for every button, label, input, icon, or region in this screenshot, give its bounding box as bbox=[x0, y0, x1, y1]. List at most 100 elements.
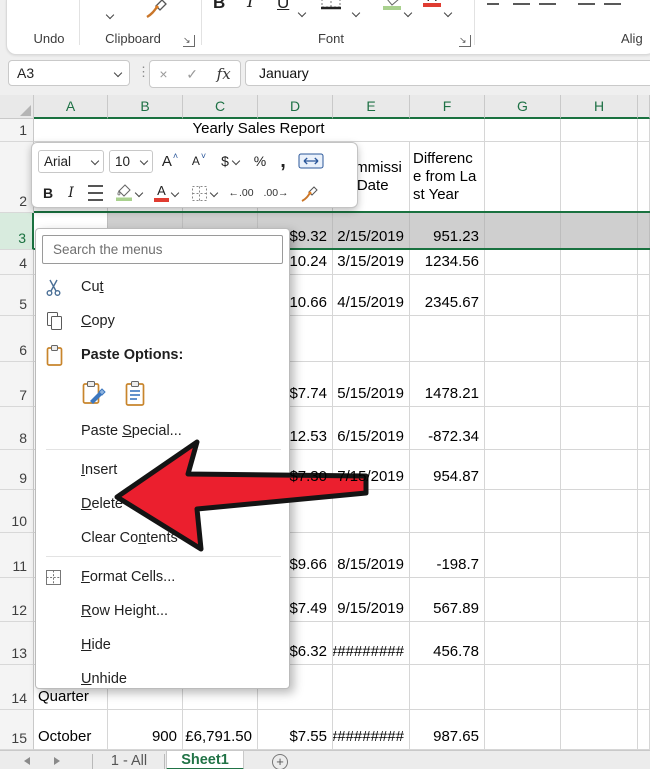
column-header-G[interactable]: G bbox=[485, 95, 561, 119]
format-painter-icon[interactable] bbox=[143, 0, 169, 19]
row-header-7[interactable]: 7 bbox=[0, 362, 34, 407]
cell-E5[interactable]: 4/15/2019 bbox=[333, 275, 410, 316]
row-header-6[interactable]: 6 bbox=[0, 316, 34, 362]
borders-button[interactable] bbox=[187, 181, 221, 205]
column-header-stub[interactable] bbox=[638, 95, 650, 119]
menu-item-cut[interactable]: Cut bbox=[36, 270, 289, 304]
merged-title-cell[interactable]: Yearly Sales Report bbox=[34, 119, 485, 142]
sheet-tab-sheet1-active[interactable]: Sheet1 bbox=[166, 751, 244, 769]
cell-G14[interactable] bbox=[485, 665, 561, 710]
clipboard-dialog-launcher-icon[interactable]: ↘ bbox=[183, 35, 195, 47]
percent-style-button[interactable]: % bbox=[249, 149, 271, 173]
cell-G13[interactable] bbox=[485, 622, 561, 665]
font-color-button[interactable]: A bbox=[150, 181, 182, 205]
align-top-icon[interactable] bbox=[487, 0, 504, 8]
cancel-icon[interactable]: × bbox=[159, 66, 167, 82]
row-header-13[interactable]: 13 bbox=[0, 622, 34, 665]
cell-G12[interactable] bbox=[485, 578, 561, 622]
cell-E4[interactable]: 3/15/2019 bbox=[333, 250, 410, 275]
cell-F9[interactable]: 954.87 bbox=[410, 450, 485, 490]
font-dialog-launcher-icon[interactable]: ↘ bbox=[459, 35, 471, 47]
menu-item-copy[interactable]: Copy bbox=[36, 304, 289, 338]
menu-item-unhide[interactable]: Unhide bbox=[36, 662, 289, 696]
font-color-icon[interactable]: A bbox=[423, 0, 441, 7]
cell-stub8[interactable] bbox=[638, 407, 650, 450]
cell-H8[interactable] bbox=[561, 407, 638, 450]
align-middle-icon[interactable] bbox=[513, 0, 530, 8]
cell-H3[interactable] bbox=[561, 213, 638, 250]
cell-F2[interactable]: Difference from Last Year bbox=[410, 142, 485, 213]
row-header-2[interactable]: 2 bbox=[0, 142, 34, 213]
row-header-4[interactable]: 4 bbox=[0, 250, 34, 275]
row-header-10[interactable]: 10 bbox=[0, 490, 34, 533]
row-header-12[interactable]: 12 bbox=[0, 578, 34, 622]
menu-search-input[interactable] bbox=[42, 235, 283, 264]
italic-icon[interactable]: I bbox=[247, 0, 254, 11]
cell-F11[interactable]: -198.7 bbox=[410, 533, 485, 578]
cell-stub15[interactable] bbox=[638, 710, 650, 750]
cell-stub3[interactable] bbox=[638, 213, 650, 250]
row-header-11[interactable]: 11 bbox=[0, 533, 34, 578]
cell-G6[interactable] bbox=[485, 316, 561, 362]
select-all-corner[interactable] bbox=[0, 95, 34, 119]
cell-C15[interactable]: £6,791.50 bbox=[183, 710, 258, 750]
underline-chevron-icon[interactable] bbox=[299, 3, 305, 21]
row-header-3[interactable]: 3 bbox=[0, 213, 34, 250]
cell-stub2[interactable] bbox=[638, 142, 650, 213]
cell-G5[interactable] bbox=[485, 275, 561, 316]
cell-A15[interactable]: October bbox=[34, 710, 108, 750]
column-header-D[interactable]: D bbox=[258, 95, 333, 119]
column-header-F[interactable]: F bbox=[410, 95, 485, 119]
previous-sheet-icon[interactable] bbox=[24, 757, 30, 765]
cell-H2[interactable] bbox=[561, 142, 638, 213]
cell-H9[interactable] bbox=[561, 450, 638, 490]
align-bottom-icon[interactable] bbox=[539, 0, 556, 8]
font-size-dropdown[interactable]: 10 bbox=[109, 150, 153, 173]
cell-H1[interactable] bbox=[561, 119, 638, 142]
next-sheet-icon[interactable] bbox=[54, 757, 60, 765]
cell-G8[interactable] bbox=[485, 407, 561, 450]
cell-E13[interactable]: ######### bbox=[333, 622, 410, 665]
cell-stub6[interactable] bbox=[638, 316, 650, 362]
cell-E15[interactable]: ######### bbox=[333, 710, 410, 750]
bold-icon[interactable]: B bbox=[213, 0, 225, 11]
format-painter-button[interactable] bbox=[296, 181, 322, 205]
paste-formatting-icon[interactable] bbox=[79, 378, 109, 408]
column-header-B[interactable]: B bbox=[108, 95, 183, 119]
menu-item-hide[interactable]: Hide bbox=[36, 628, 289, 662]
cell-G7[interactable] bbox=[485, 362, 561, 407]
cell-F10[interactable] bbox=[410, 490, 485, 533]
cell-H4[interactable] bbox=[561, 250, 638, 275]
fill-color-icon[interactable] bbox=[379, 0, 405, 11]
cell-G11[interactable] bbox=[485, 533, 561, 578]
cell-E6[interactable] bbox=[333, 316, 410, 362]
cell-E14[interactable] bbox=[333, 665, 410, 710]
bold-button[interactable]: B bbox=[38, 181, 58, 205]
row-header-14[interactable]: 14 bbox=[0, 665, 34, 710]
cell-stub4[interactable] bbox=[638, 250, 650, 275]
cell-G9[interactable] bbox=[485, 450, 561, 490]
shrink-font-button[interactable]: A˅ bbox=[187, 149, 211, 173]
row-header-5[interactable]: 5 bbox=[0, 275, 34, 316]
formula-input[interactable]: January bbox=[245, 60, 650, 86]
cell-F6[interactable] bbox=[410, 316, 485, 362]
cell-stub10[interactable] bbox=[638, 490, 650, 533]
cell-stub12[interactable] bbox=[638, 578, 650, 622]
cell-G3[interactable] bbox=[485, 213, 561, 250]
cell-G10[interactable] bbox=[485, 490, 561, 533]
font-name-dropdown[interactable]: Arial bbox=[38, 150, 104, 173]
cell-F13[interactable]: 456.78 bbox=[410, 622, 485, 665]
cell-E12[interactable]: 9/15/2019 bbox=[333, 578, 410, 622]
decrease-indent-icon[interactable] bbox=[578, 0, 595, 8]
grow-font-button[interactable]: A˄ bbox=[158, 149, 182, 173]
increase-decimal-button[interactable]: ←.00 bbox=[226, 181, 256, 205]
name-box-chevron-icon[interactable] bbox=[114, 69, 122, 77]
cell-E7[interactable]: 5/15/2019 bbox=[333, 362, 410, 407]
column-header-C[interactable]: C bbox=[183, 95, 258, 119]
row-header-9[interactable]: 9 bbox=[0, 450, 34, 490]
cell-F7[interactable]: 1478.21 bbox=[410, 362, 485, 407]
font-color-chevron-icon[interactable] bbox=[445, 3, 451, 21]
cell-stub5[interactable] bbox=[638, 275, 650, 316]
cell-H5[interactable] bbox=[561, 275, 638, 316]
cell-F4[interactable]: 1234.56 bbox=[410, 250, 485, 275]
